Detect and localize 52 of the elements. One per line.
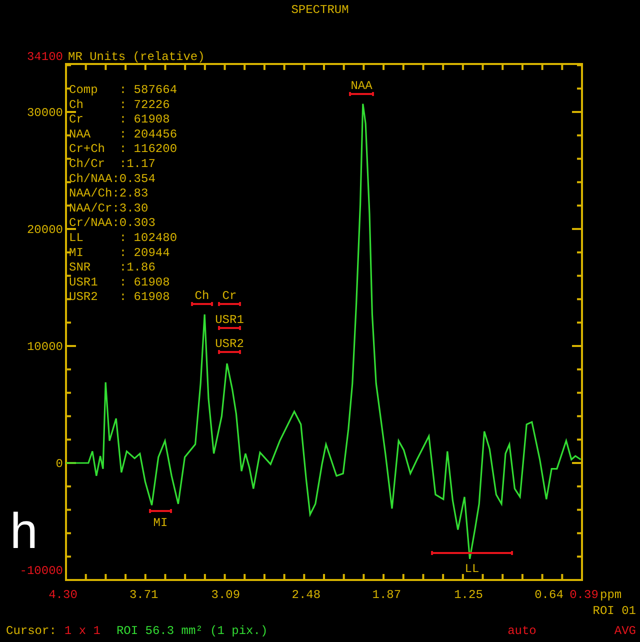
mode-label: AVG	[614, 623, 636, 640]
chart-title: SPECTRUM	[291, 2, 349, 19]
peak-marker	[218, 302, 241, 306]
peak-marker	[191, 302, 213, 306]
y-axis-max-label: 34100	[26, 50, 63, 64]
peak-label: MI	[153, 516, 168, 530]
peak-label: Ch	[194, 289, 210, 303]
x-axis-label: 1.87	[372, 588, 402, 602]
x-axis-min-label: 4.30	[48, 588, 78, 602]
stats-line: Ch : 72226	[69, 98, 170, 112]
peak-marker	[218, 326, 241, 330]
stats-line: Ch/Cr :1.17	[69, 157, 156, 171]
y-axis-label: 30000	[26, 106, 63, 120]
x-axis-label: 1.25	[454, 588, 483, 602]
peak-label: LL	[464, 562, 480, 576]
peak-marker	[349, 92, 374, 96]
y-axis-min-label: -10000	[20, 564, 63, 578]
peak-label: USR1	[215, 313, 244, 327]
y-axis-title: MR Units (relative)	[68, 50, 205, 64]
stats-line: Cr : 61908	[69, 112, 170, 127]
stats-line: USR2 : 61908	[69, 290, 170, 304]
stats-line: NAA/Cr:3.30	[69, 201, 148, 216]
x-axis-label: 2.48	[292, 588, 321, 602]
peak-label: USR2	[215, 337, 244, 351]
peak-marker	[218, 350, 241, 354]
stats-line: SNR :1.86	[69, 260, 156, 275]
peak-label: NAA	[350, 79, 372, 93]
panel-letter: h	[10, 503, 38, 559]
scale-mode: auto	[508, 623, 536, 640]
x-axis-label: 3.09	[211, 588, 240, 602]
stats-line: LL : 102480	[69, 231, 178, 245]
peak-label: Cr	[222, 289, 237, 303]
stats-line: Comp : 587664	[69, 83, 178, 97]
stats-line: NAA/Ch:2.83	[69, 186, 148, 201]
y-axis-label: 10000	[26, 340, 63, 354]
peak-marker	[149, 509, 172, 513]
roi-label: ROI 01	[592, 604, 636, 618]
x-axis-label: 3.71	[129, 588, 158, 602]
stats-line: Cr+Ch : 116200	[69, 142, 178, 156]
x-axis-max-label: 0.39	[570, 588, 598, 602]
stats-line: Cr/NAA:0.303	[69, 216, 156, 230]
stats-line: MI : 20944	[69, 246, 170, 260]
cursor-size: 1 x 1	[64, 623, 100, 640]
stats-line: USR1 : 61908	[69, 275, 170, 290]
cursor-label: Cursor:	[6, 623, 56, 640]
x-axis-unit: ppm	[600, 588, 622, 602]
y-axis-label: 20000	[26, 222, 63, 237]
stats-line: NAA : 204456	[69, 127, 178, 142]
y-axis-label: 0	[56, 457, 63, 471]
roi-info: ROI 56.3 mm² (1 pix.)	[116, 623, 268, 640]
stats-line: Ch/NAA:0.354	[69, 172, 156, 186]
x-axis-label: 0.64	[534, 588, 564, 602]
